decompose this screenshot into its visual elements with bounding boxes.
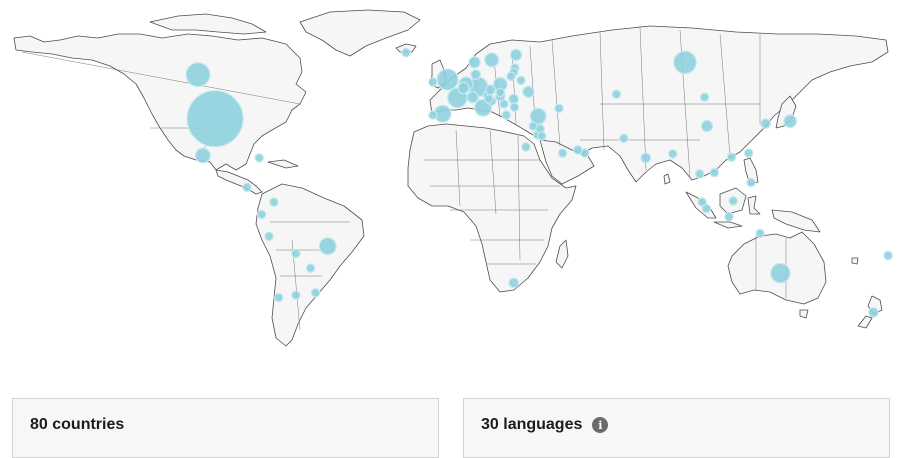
- country-bubble-bangladesh[interactable]: [667, 149, 678, 159]
- country-bubble-serbia[interactable]: [499, 99, 509, 109]
- country-bubble-bolivia[interactable]: [291, 248, 301, 259]
- country-bubble-slovakia[interactable]: [495, 87, 505, 98]
- country-bubble-peru[interactable]: [264, 231, 274, 242]
- country-bubble-costa-rica[interactable]: [242, 182, 252, 193]
- country-bubble-brunei[interactable]: [728, 196, 738, 206]
- country-bubble-mexico[interactable]: [194, 147, 211, 164]
- country-bubble-argentina[interactable]: [291, 290, 301, 300]
- languages-card: 30 languages i: [463, 398, 890, 458]
- country-bubble-chile[interactable]: [273, 292, 284, 303]
- country-bubble-canada[interactable]: [185, 62, 211, 88]
- landmass-cuba: [267, 159, 299, 169]
- country-bubble-pakistan[interactable]: [618, 133, 629, 144]
- country-bubble-china[interactable]: [700, 119, 714, 133]
- country-bubble-iceland[interactable]: [401, 47, 411, 58]
- country-bubble-east-timor[interactable]: [755, 228, 765, 239]
- country-bubble-kazakhstan[interactable]: [611, 89, 622, 99]
- country-bubble-philippines[interactable]: [746, 177, 756, 188]
- country-bubble-cuba[interactable]: [254, 153, 265, 163]
- country-bubble-uruguay[interactable]: [310, 287, 321, 298]
- country-bubble-belarus[interactable]: [516, 75, 526, 86]
- country-bubble-indonesia[interactable]: [724, 212, 734, 222]
- country-bubble-united-kingdom[interactable]: [436, 68, 459, 91]
- landmass-north-america: [13, 33, 307, 171]
- landmass-central-america: [215, 169, 263, 195]
- country-bubble-south-korea[interactable]: [760, 118, 772, 129]
- country-bubble-lithuania[interactable]: [506, 71, 516, 82]
- landmass-sri-lanka: [663, 173, 671, 185]
- country-bubble-qatar[interactable]: [572, 145, 583, 155]
- country-bubble-norway[interactable]: [468, 56, 481, 69]
- countries-count: 80 countries: [30, 416, 124, 434]
- country-bubble-united-states[interactable]: [186, 90, 244, 148]
- languages-count-label: 30 languages: [481, 416, 583, 433]
- country-bubble-fiji[interactable]: [883, 250, 893, 261]
- country-bubble-paraguay[interactable]: [305, 263, 316, 273]
- landmass-fiji: [851, 257, 859, 265]
- country-bubble-taiwan[interactable]: [743, 148, 754, 158]
- country-bubble-sweden[interactable]: [484, 52, 500, 68]
- landmass-arctic-islands: [149, 13, 267, 35]
- countries-count-label: 80 countries: [30, 416, 125, 433]
- country-bubble-hong-kong[interactable]: [726, 152, 737, 162]
- country-bubble-new-zealand[interactable]: [868, 306, 879, 318]
- country-bubble-malaysia[interactable]: [697, 197, 707, 207]
- country-bubble-czechia[interactable]: [485, 84, 496, 96]
- countries-card: 80 countries: [12, 398, 439, 458]
- country-bubble-colombia[interactable]: [269, 197, 279, 207]
- country-bubble-finland[interactable]: [509, 48, 523, 62]
- country-bubble-portugal[interactable]: [428, 110, 438, 120]
- landmass-tasmania: [799, 309, 809, 319]
- info-icon[interactable]: i: [592, 417, 609, 433]
- country-bubble-thailand[interactable]: [694, 169, 705, 179]
- languages-count: 30 languages i: [481, 416, 609, 434]
- country-bubble-russia[interactable]: [673, 50, 697, 75]
- country-bubble-saudi-arabia[interactable]: [557, 148, 568, 158]
- landmass-java: [713, 221, 743, 229]
- country-bubble-south-africa[interactable]: [508, 277, 520, 289]
- map-land: [13, 9, 889, 347]
- country-bubble-slovenia[interactable]: [483, 94, 494, 104]
- country-bubble-australia[interactable]: [770, 262, 791, 284]
- country-bubble-india[interactable]: [640, 152, 652, 164]
- country-bubble-greece[interactable]: [501, 110, 512, 120]
- country-bubble-ecuador[interactable]: [256, 209, 267, 220]
- country-bubble-switzerland[interactable]: [466, 90, 479, 104]
- country-bubble-mongolia[interactable]: [699, 92, 710, 102]
- world-map[interactable]: [0, 0, 905, 360]
- country-bubble-ukraine[interactable]: [522, 85, 535, 99]
- country-bubble-jordan[interactable]: [536, 131, 547, 141]
- country-bubble-vietnam[interactable]: [709, 167, 720, 178]
- country-bubble-brazil[interactable]: [318, 237, 337, 256]
- country-bubble-egypt[interactable]: [521, 142, 531, 152]
- landmass-madagascar: [555, 239, 569, 269]
- landmass-sulawesi: [747, 195, 761, 215]
- country-bubble-georgia[interactable]: [554, 103, 564, 114]
- country-bubble-denmark[interactable]: [470, 69, 482, 80]
- country-bubble-japan[interactable]: [783, 114, 798, 129]
- country-bubble-ireland[interactable]: [428, 77, 438, 87]
- landmass-new-guinea: [771, 209, 821, 233]
- country-bubble-belgium[interactable]: [457, 81, 470, 95]
- country-bubble-bulgaria[interactable]: [509, 102, 520, 112]
